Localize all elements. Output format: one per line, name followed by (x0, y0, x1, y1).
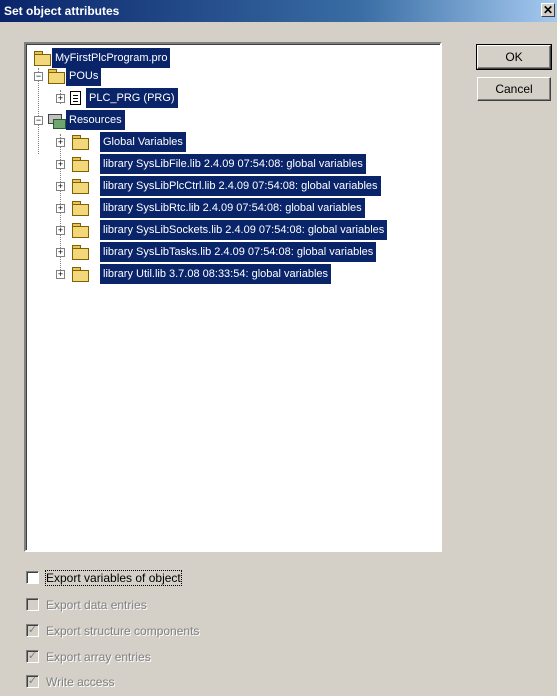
document-icon (70, 91, 81, 105)
tree-item-resources[interactable]: − Resources (32, 110, 432, 130)
ok-button[interactable]: OK (476, 44, 552, 70)
checkbox-label: Export variables of object (45, 570, 182, 586)
checkbox-label: Export structure components (46, 624, 200, 638)
tree-item-label: library SysLibSockets.lib 2.4.09 07:54:0… (100, 220, 388, 240)
check-icon[interactable]: ✓ (26, 624, 39, 637)
tree-item-label: library SysLibTasks.lib 2.4.09 07:54:08:… (100, 242, 377, 262)
folder-icon (72, 135, 89, 150)
checkbox-label: Export data entries (46, 598, 147, 612)
export-variables-checkbox[interactable]: Export variables of object (26, 569, 226, 587)
collapse-icon[interactable]: − (34, 116, 43, 125)
resources-icon (48, 112, 66, 129)
folder-icon (72, 157, 89, 172)
checkbox-label: Write access (46, 675, 115, 689)
tree-item-resource[interactable]: + Global Variables (54, 132, 440, 152)
export-array-entries-checkbox[interactable]: ✓ Export array entries (26, 648, 226, 666)
close-button[interactable]: ✕ (541, 3, 555, 17)
tree-item-label: Resources (66, 110, 125, 130)
object-tree[interactable]: MyFirstPlcProgram.pro − POUs + PLC_PRG (… (24, 42, 442, 552)
tree-item-label: library Util.lib 3.7.08 08:33:54: global… (100, 264, 332, 284)
export-structure-components-checkbox[interactable]: ✓ Export structure components (26, 622, 246, 640)
expand-icon[interactable]: + (56, 160, 65, 169)
checkbox-label: Export array entries (46, 650, 151, 664)
export-data-entries-checkbox[interactable]: Export data entries (26, 596, 226, 614)
tree-item-resource[interactable]: + library SysLibFile.lib 2.4.09 07:54:08… (54, 154, 440, 174)
tree-item-root[interactable]: MyFirstPlcProgram.pro (32, 48, 432, 68)
expand-icon[interactable]: + (56, 94, 65, 103)
tree-item-label: PLC_PRG (PRG) (86, 88, 178, 108)
expand-icon[interactable]: + (56, 226, 65, 235)
expand-icon[interactable]: + (56, 270, 65, 279)
tree-item-pous[interactable]: − POUs (32, 66, 432, 86)
tree-item-resource[interactable]: + library Util.lib 3.7.08 08:33:54: glob… (54, 264, 440, 284)
tree-item-label: POUs (66, 66, 102, 86)
tree-item-resource[interactable]: + library SysLibRtc.lib 2.4.09 07:54:08:… (54, 198, 440, 218)
tree-item-resource[interactable]: + library SysLibSockets.lib 2.4.09 07:54… (54, 220, 440, 240)
folder-icon (72, 267, 89, 282)
tree-item-label: MyFirstPlcProgram.pro (52, 48, 171, 68)
check-icon[interactable]: ✓ (26, 675, 39, 688)
tree-item-label: library SysLibRtc.lib 2.4.09 07:54:08: g… (100, 198, 365, 218)
checkbox-box[interactable] (26, 571, 39, 584)
window-title: Set object attributes (4, 4, 120, 18)
folder-icon (72, 201, 89, 216)
folder-icon (72, 245, 89, 260)
tree-item-label: library SysLibPlcCtrl.lib 2.4.09 07:54:0… (100, 176, 381, 196)
close-icon: ✕ (542, 3, 554, 17)
folder-icon (72, 179, 89, 194)
expand-icon[interactable]: + (56, 248, 65, 257)
write-access-checkbox[interactable]: ✓ Write access (26, 673, 226, 691)
collapse-icon[interactable]: − (34, 72, 43, 81)
expand-icon[interactable]: + (56, 182, 65, 191)
title-bar: Set object attributes ✕ (0, 0, 557, 22)
cancel-button[interactable]: Cancel (477, 77, 551, 101)
open-folder-icon (34, 51, 51, 66)
tree-item-resource[interactable]: + library SysLibPlcCtrl.lib 2.4.09 07:54… (54, 176, 440, 196)
tree-item-label: Global Variables (100, 132, 186, 152)
expand-icon[interactable]: + (56, 204, 65, 213)
checkbox-box[interactable] (26, 598, 39, 611)
check-icon[interactable]: ✓ (26, 650, 39, 663)
expand-icon[interactable]: + (56, 138, 65, 147)
tree-item-plc-prg[interactable]: + PLC_PRG (PRG) (54, 88, 434, 108)
tree-item-label: library SysLibFile.lib 2.4.09 07:54:08: … (100, 154, 366, 174)
tree-item-resource[interactable]: + library SysLibTasks.lib 2.4.09 07:54:0… (54, 242, 440, 262)
open-folder-icon (48, 69, 65, 84)
folder-icon (72, 223, 89, 238)
